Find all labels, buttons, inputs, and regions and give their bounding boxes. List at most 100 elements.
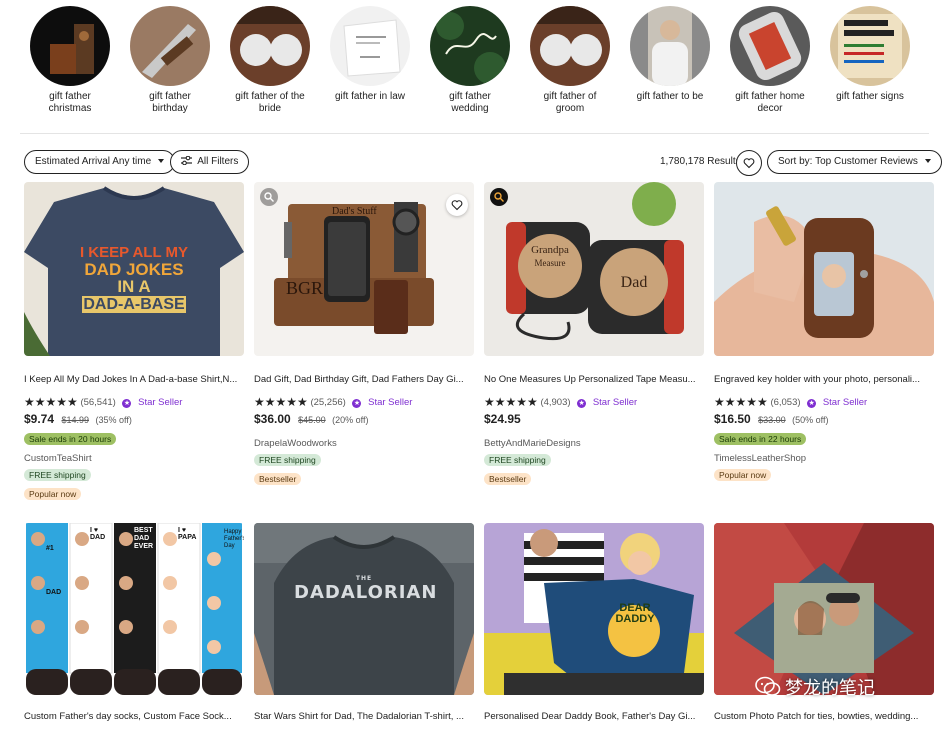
favorite-button[interactable]: [446, 194, 468, 216]
category-image: [430, 6, 510, 86]
listing-title[interactable]: Custom Photo Patch for ties, bowties, we…: [714, 711, 932, 723]
listing-image[interactable]: I KEEP ALL MY DAD JOKES IN A DAD-A-BASE: [24, 182, 244, 356]
listing-image[interactable]: [714, 523, 934, 695]
listing-card[interactable]: DEAR DADDY Personalised Dear Daddy Book,…: [484, 523, 704, 723]
listing-image[interactable]: Dad's Stuff BGR: [254, 182, 474, 356]
shop-name[interactable]: CustomTeaShirt: [24, 453, 244, 464]
category-label: gift father to be: [636, 91, 704, 102]
price-row: $24.95: [484, 410, 704, 428]
shop-name[interactable]: BettyAndMarieDesigns: [484, 438, 704, 449]
shop-name[interactable]: TimelessLeatherShop: [714, 453, 934, 464]
listing-title[interactable]: Star Wars Shirt for Dad, The Dadalorian …: [254, 711, 472, 723]
category-label: gift father birthday: [149, 91, 191, 114]
price-row: $9.74 $14.99 (35% off): [24, 410, 244, 428]
listing-image[interactable]: [714, 182, 934, 356]
all-filters-button[interactable]: All Filters: [170, 150, 250, 174]
listing-card[interactable]: #1 DAD I ♥ DAD BEST DAD EVER I ♥ PAPA Ha…: [24, 523, 244, 723]
category-gift-father-christmas[interactable]: gift father christmas: [20, 6, 120, 115]
listing-card[interactable]: I KEEP ALL MY DAD JOKES IN A DAD-A-BASE …: [24, 182, 244, 502]
all-filters-label: All Filters: [197, 156, 239, 167]
price: $24.95: [484, 412, 521, 426]
listing-title[interactable]: I Keep All My Dad Jokes In A Dad-a-base …: [24, 374, 242, 386]
category-gift-father-signs[interactable]: gift father signs: [820, 6, 920, 103]
original-price: $33.00: [758, 415, 786, 425]
sock-text: #1 DAD: [46, 545, 62, 596]
category-gift-father-of-the-bride[interactable]: gift father of the bride: [220, 6, 320, 115]
print-line: I KEEP ALL MY: [79, 244, 189, 261]
listing-title[interactable]: Engraved key holder with your photo, per…: [714, 374, 932, 386]
listing-card[interactable]: Dad's Stuff BGR Dad Gift, Dad Birthday G…: [254, 182, 474, 487]
shop-name[interactable]: DrapelaWoodworks: [254, 438, 474, 449]
watermark: 梦龙的笔记: [755, 674, 875, 702]
popular-badge: Popular now: [714, 469, 772, 481]
rating: ★★★★★ (56,541) ★ Star Seller: [24, 395, 244, 409]
category-label: gift father of groom: [543, 91, 597, 114]
review-count: (25,256): [310, 397, 346, 408]
star-rating: ★★★★★: [24, 395, 78, 409]
listing-image[interactable]: #1 DAD I ♥ DAD BEST DAD EVER I ♥ PAPA Ha…: [24, 523, 244, 695]
estimated-arrival-dropdown[interactable]: Estimated Arrival Any time: [24, 150, 175, 174]
star-seller-badge-icon: ★: [352, 399, 362, 408]
filter-icon: [181, 155, 192, 166]
engraving: Grandpa Measure: [528, 244, 572, 270]
sock-text: Happy Father's Day: [224, 529, 244, 549]
category-image: [330, 6, 410, 86]
bestseller-badge: Bestseller: [484, 473, 532, 485]
price: $16.50: [714, 412, 751, 426]
visual-search-button[interactable]: [260, 188, 278, 206]
category-gift-father-in-law[interactable]: gift father in law: [320, 6, 420, 103]
listing-card[interactable]: Engraved key holder with your photo, per…: [714, 182, 934, 483]
engraving: BGR: [286, 278, 324, 298]
print-line: DADALORIAN: [294, 582, 438, 603]
wechat-icon: [755, 676, 781, 696]
engraving: Dad's Stuff: [332, 206, 377, 217]
save-search-button[interactable]: [736, 150, 762, 176]
category-gift-father-birthday[interactable]: gift father birthday: [120, 6, 220, 115]
listing-card[interactable]: Grandpa Measure Dad No One Measures Up P…: [484, 182, 704, 487]
category-gift-father-home-decor[interactable]: gift father home decor: [720, 6, 820, 115]
print-line: DAD JOKES: [84, 260, 184, 279]
listing-image[interactable]: THE DADALORIAN: [254, 523, 474, 695]
category-label: gift father home decor: [735, 91, 805, 114]
listing-title[interactable]: Personalised Dear Daddy Book, Father's D…: [484, 711, 702, 723]
price-row: $16.50 $33.00 (50% off): [714, 410, 934, 428]
heart-icon: [451, 200, 463, 211]
category-label: gift father wedding: [449, 91, 491, 114]
sale-badge: Sale ends in 22 hours: [714, 433, 807, 445]
sock-text: I ♥ PAPA: [178, 527, 197, 541]
listing-card[interactable]: THE DADALORIAN Star Wars Shirt for Dad, …: [254, 523, 474, 723]
category-gift-father-wedding[interactable]: gift father wedding: [420, 6, 520, 115]
engraving-line: Grandpa: [531, 244, 569, 256]
review-count: (56,541): [80, 397, 116, 408]
sort-value: Top Customer Reviews: [815, 156, 918, 167]
star-seller-label: Star Seller: [138, 397, 183, 408]
category-gift-father-to-be[interactable]: gift father to be: [620, 6, 720, 103]
category-image: [130, 6, 210, 86]
price: $36.00: [254, 412, 291, 426]
listing-title[interactable]: Custom Father's day socks, Custom Face S…: [24, 711, 242, 723]
rating: ★★★★★ (4,903) ★ Star Seller: [484, 395, 704, 409]
category-image: [830, 6, 910, 86]
discount: (35% off): [95, 415, 132, 425]
star-rating: ★★★★★: [254, 395, 308, 409]
star-seller-label: Star Seller: [822, 397, 868, 408]
category-image: [730, 6, 810, 86]
sort-dropdown[interactable]: Sort by: Top Customer Reviews: [767, 150, 942, 174]
category-image: [630, 6, 710, 86]
star-seller-badge-icon: ★: [807, 399, 817, 408]
original-price: $45.00: [298, 415, 326, 425]
category-carousel: gift father christmas gift father birthd…: [20, 6, 925, 124]
visual-search-button[interactable]: [490, 188, 508, 206]
magnifier-icon: [264, 192, 274, 202]
arrival-label: Estimated Arrival: [35, 156, 111, 167]
star-seller-badge-icon: ★: [577, 399, 587, 408]
category-label: gift father in law: [334, 91, 406, 102]
listing-image[interactable]: DEAR DADDY: [484, 523, 704, 695]
listing-title[interactable]: No One Measures Up Personalized Tape Mea…: [484, 374, 702, 386]
listing-image[interactable]: Grandpa Measure Dad: [484, 182, 704, 356]
engraving: Dad: [620, 274, 648, 291]
listing-title[interactable]: Dad Gift, Dad Birthday Gift, Dad Fathers…: [254, 374, 472, 386]
category-gift-father-of-groom[interactable]: gift father of groom: [520, 6, 620, 115]
bestseller-badge: Bestseller: [254, 473, 302, 485]
watermark-text: 梦龙的笔记: [785, 678, 875, 699]
